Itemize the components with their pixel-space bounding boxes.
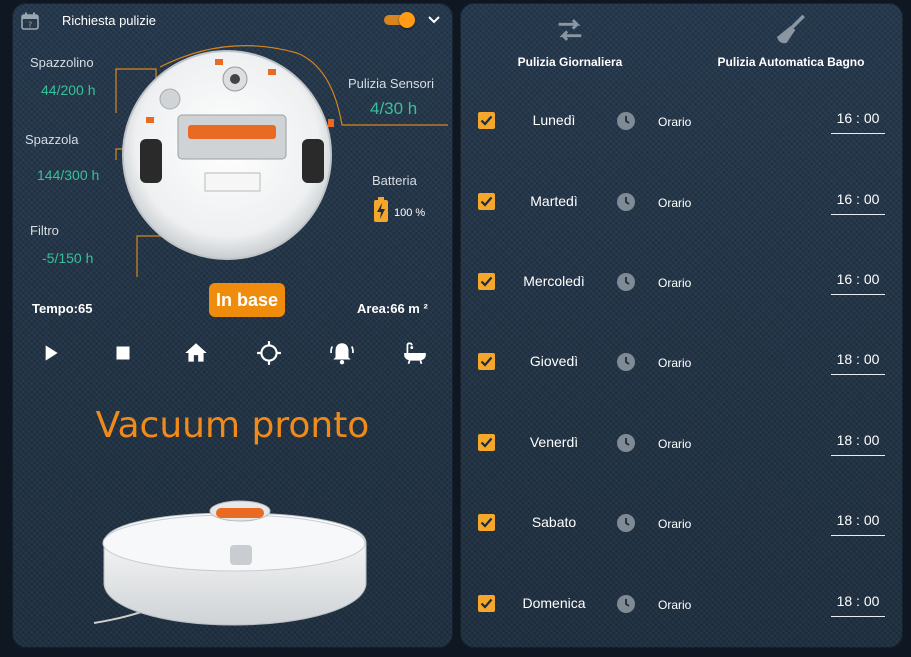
broom-icon [776,14,806,44]
schedule-row: Mercoledì Orario 16 : 00 [460,265,903,297]
clock-icon [617,434,635,452]
check-icon [480,276,493,287]
daily-cleaning-mode[interactable]: Pulizia Giornaliera [508,13,632,69]
spazzolino-value: 44/200 h [41,82,96,98]
home-icon [185,343,207,362]
check-icon [480,356,493,367]
schedule-row: Lunedì Orario 16 : 00 [460,104,903,136]
schedule-row: Venerdì Orario 18 : 00 [460,426,903,458]
orario-label: Orario [658,115,692,129]
spazzola-label: Spazzola [25,132,79,147]
check-icon [480,196,493,207]
schedule-card: Pulizia Giornaliera Pulizia Automatica B… [460,3,903,648]
schedule-row: Domenica Orario 18 : 00 [460,587,903,619]
stop-button[interactable] [108,338,138,368]
repeat-icon [558,19,582,41]
daily-cleaning-label: Pulizia Giornaliera [517,55,623,69]
orario-label: Orario [658,598,692,612]
day-checkbox[interactable] [478,595,495,612]
day-checkbox[interactable] [478,273,495,290]
return-home-button[interactable] [181,338,211,368]
filtro-label: Filtro [30,223,59,238]
bell-ring-icon [330,343,354,365]
tempo-stat: Tempo:65 [32,301,93,316]
day-checkbox[interactable] [478,112,495,129]
time-input[interactable]: 16 : 00 [831,190,885,215]
clock-icon [617,273,635,291]
schedule-row: Martedì Orario 16 : 00 [460,185,903,217]
schedule-row: Sabato Orario 18 : 00 [460,506,903,538]
orario-label: Orario [658,517,692,531]
time-input[interactable]: 16 : 00 [831,270,885,295]
time-input[interactable]: 16 : 00 [831,109,885,134]
orario-label: Orario [658,437,692,451]
time-input[interactable]: 18 : 00 [831,431,885,456]
robot-top-view-image [122,50,334,260]
locate-button[interactable] [254,338,284,368]
vacuum-card: ? Richiesta pulizie Spazzolino 44/200 h … [12,3,453,648]
day-label: Lunedì [532,112,576,128]
time-input[interactable]: 18 : 00 [831,350,885,375]
schedule-row: Giovedì Orario 18 : 00 [460,345,903,377]
day-checkbox[interactable] [478,434,495,451]
day-label: Sabato [531,514,577,530]
day-checkbox[interactable] [478,353,495,370]
clock-icon [617,112,635,130]
check-icon [480,437,493,448]
svg-text:?: ? [28,21,32,30]
play-icon [45,345,58,361]
find-robot-button[interactable] [327,338,357,368]
pulizia-sensori-label: Pulizia Sensori [348,76,434,91]
clock-icon [617,193,635,211]
battery-charging-icon [374,197,388,222]
area-stat: Area:66 m ² [357,301,428,316]
pulizia-sensori-value: 4/30 h [370,99,418,118]
filtro-value: -5/150 h [42,250,94,266]
battery-value: 100 % [394,207,426,219]
clock-icon [617,514,635,532]
locate-icon [257,341,281,365]
day-label: Domenica [522,595,586,611]
calendar-icon: ? [21,12,39,30]
spazzola-value: 144/300 h [37,167,100,183]
batteria-label: Batteria [372,173,417,188]
day-checkbox[interactable] [478,193,495,210]
check-icon [480,517,493,528]
stop-icon [116,346,130,360]
bathtub-icon [404,342,426,365]
state-badge: In base [209,283,285,317]
bath-auto-cleaning-mode[interactable]: Pulizia Automatica Bagno [706,13,876,69]
start-button[interactable] [35,338,65,368]
orario-label: Orario [658,356,692,370]
check-icon [480,598,493,609]
day-label: Giovedì [529,353,579,369]
day-label: Venerdì [529,434,579,450]
time-input[interactable]: 18 : 00 [831,592,885,617]
orario-label: Orario [658,196,692,210]
orario-label: Orario [658,276,692,290]
check-icon [480,115,493,126]
time-input[interactable]: 18 : 00 [831,511,885,536]
cleaning-request-toggle[interactable] [384,12,418,28]
robot-side-view-image [93,500,367,626]
clock-icon [617,595,635,613]
spazzolino-label: Spazzolino [30,55,94,70]
bath-clean-button[interactable] [400,338,430,368]
bath-auto-cleaning-label: Pulizia Automatica Bagno [717,55,865,69]
cleaning-request-title: Richiesta pulizie [62,13,156,28]
chevron-down-icon[interactable] [426,13,442,27]
day-checkbox[interactable] [478,514,495,531]
day-label: Martedì [530,193,578,209]
clock-icon [617,353,635,371]
status-text: Vacuum pronto [95,405,370,446]
day-label: Mercoledì [523,273,585,289]
